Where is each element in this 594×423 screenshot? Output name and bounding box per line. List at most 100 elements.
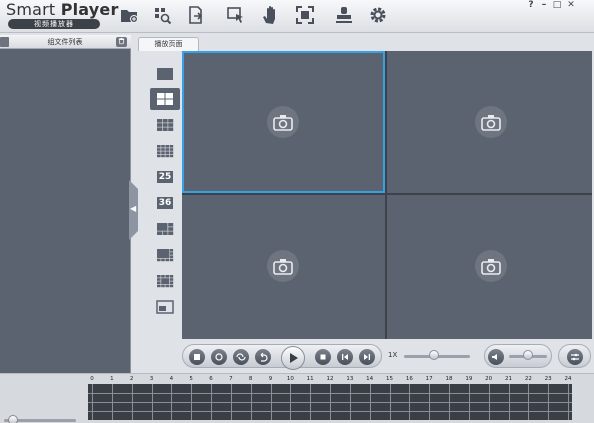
- stamp-icon: [336, 7, 352, 23]
- stamp-button[interactable]: [331, 3, 357, 27]
- layout-4-button[interactable]: [150, 88, 180, 110]
- tab-playback-page[interactable]: 播放页面: [138, 37, 199, 51]
- maximize-button[interactable]: □: [552, 0, 562, 10]
- timeline-hour-label: 15: [386, 376, 393, 382]
- timeline-hour-label: 10: [286, 376, 294, 382]
- group-file-panel: 组文件列表: [0, 35, 131, 373]
- select-region-button[interactable]: [223, 3, 249, 27]
- timeline-hour-label: 21: [505, 376, 512, 382]
- step-back-icon: [342, 354, 348, 360]
- speed-slider-knob[interactable]: [428, 350, 439, 360]
- minimize-button[interactable]: –: [539, 0, 549, 10]
- layout-6-button[interactable]: [150, 218, 180, 240]
- timeline-hour-label: 3: [149, 376, 154, 382]
- camera-icon: [475, 250, 507, 282]
- step-forward-icon: [364, 354, 370, 360]
- sync-icon: [215, 353, 223, 361]
- next-frame-button[interactable]: [359, 349, 375, 365]
- layout-16-button[interactable]: [150, 140, 180, 162]
- open-folder-button[interactable]: [116, 3, 142, 27]
- stop-icon: [320, 354, 326, 360]
- chevron-left-icon: ◀: [130, 204, 137, 213]
- timeline-hour-label: 16: [405, 376, 413, 382]
- stop-button[interactable]: [315, 349, 331, 365]
- layout-sixteen-icon: [157, 145, 174, 158]
- cursor-select-icon: [227, 7, 243, 23]
- prev-frame-button[interactable]: [337, 349, 353, 365]
- search-files-button[interactable]: [149, 3, 175, 27]
- mute-button[interactable]: [488, 349, 504, 365]
- adjust-group: [558, 344, 591, 368]
- layout-quad-icon: [157, 93, 173, 105]
- panel-add-button[interactable]: [0, 37, 9, 47]
- timeline-grid[interactable]: [88, 384, 572, 420]
- volume-slider-knob[interactable]: [523, 350, 533, 360]
- layout-36-button[interactable]: 36: [150, 192, 180, 214]
- rewind-button[interactable]: [255, 349, 271, 365]
- timeline-hour-label: 12: [326, 376, 334, 382]
- timeline-hour-label: 0: [90, 376, 94, 382]
- layout-25-button[interactable]: 25: [150, 166, 180, 188]
- video-cell-1[interactable]: [182, 51, 385, 193]
- timeline-hour-label: 9: [268, 376, 273, 382]
- video-cell-2[interactable]: [387, 51, 592, 193]
- settings-button[interactable]: [365, 3, 391, 27]
- fullscreen-button[interactable]: [292, 3, 318, 27]
- timeline-hour-label: 22: [524, 376, 532, 382]
- layout-pip-button[interactable]: [150, 296, 180, 318]
- timeline-hour-label: 4: [169, 376, 174, 382]
- delete-group-button[interactable]: [116, 37, 127, 47]
- folder-plus-icon: [121, 10, 138, 23]
- image-adjust-button[interactable]: [567, 349, 583, 365]
- layout-thirteen-icon: [157, 275, 174, 288]
- snapshot-button[interactable]: [211, 349, 227, 365]
- panel-collapse-handle[interactable]: ◀: [129, 180, 138, 240]
- zoom-slider-knob[interactable]: [8, 415, 18, 423]
- close-button[interactable]: ✕: [566, 0, 576, 10]
- timeline-hour-label: 20: [485, 376, 493, 382]
- timeline-hour-label: 14: [366, 376, 374, 382]
- export-file-button[interactable]: [183, 3, 209, 27]
- square-icon: [194, 354, 200, 360]
- video-cell-4[interactable]: [387, 195, 592, 339]
- timeline-hour-label: 1: [110, 376, 114, 382]
- help-button[interactable]: ?: [526, 0, 536, 10]
- gear-icon: [370, 7, 386, 23]
- layout-8-button[interactable]: [150, 244, 180, 266]
- group-file-list-title: 组文件列表: [47, 38, 83, 46]
- volume-group: [484, 344, 552, 368]
- stop-all-button[interactable]: [189, 349, 205, 365]
- timeline-hour-label: 8: [248, 376, 253, 382]
- layout-1-button[interactable]: [150, 63, 180, 85]
- speaker-icon: [492, 354, 497, 360]
- timeline-hour-label: 11: [306, 376, 314, 382]
- speed-label: 1X: [388, 351, 398, 359]
- smart-player-window: Smart Player 视频播放器 ? – □ ✕ 组文件列表 ◀ 播放页面 …: [0, 0, 594, 423]
- video-cell-3[interactable]: [182, 195, 385, 339]
- layout-9-button[interactable]: [150, 114, 180, 136]
- timeline-hour-label: 6: [209, 376, 213, 382]
- top-toolbar: Smart Player 视频播放器 ? – □ ✕: [0, 0, 594, 33]
- timeline-hour-label: 18: [445, 376, 453, 382]
- file-search-icon: [155, 8, 172, 25]
- trash-icon: [118, 37, 125, 45]
- timeline-row-line: [88, 402, 572, 403]
- pan-hand-button[interactable]: [257, 3, 283, 27]
- layout-eight-icon: [157, 249, 174, 262]
- play-button[interactable]: [281, 346, 305, 370]
- layout-selector: 25 36: [146, 51, 182, 341]
- tab-bar: 播放页面: [138, 35, 594, 51]
- layout-single-icon: [157, 68, 173, 80]
- timeline-area: 0 1 2 3 4 5 6 7 8 9 10 11 12 13 14 15 16 17 18 19 20 21 22 23 24: [0, 373, 594, 423]
- timeline-hour-label: 2: [129, 376, 134, 382]
- playback-button-group: [182, 344, 382, 370]
- app-title: Smart Player: [6, 0, 119, 19]
- app-subtitle: 视频播放器: [8, 19, 100, 29]
- timeline-hour-labels: 0 1 2 3 4 5 6 7 8 9 10 11 12 13 14 15 16 17 18 19 20 21 22 23 24: [88, 376, 572, 384]
- layout-36-label: 36: [156, 197, 174, 209]
- group-file-panel-header: 组文件列表: [0, 35, 131, 49]
- layout-13-button[interactable]: [150, 270, 180, 292]
- timeline-hour-label: 17: [425, 376, 433, 382]
- layout-six-icon: [157, 223, 174, 235]
- loop-button[interactable]: [233, 349, 249, 365]
